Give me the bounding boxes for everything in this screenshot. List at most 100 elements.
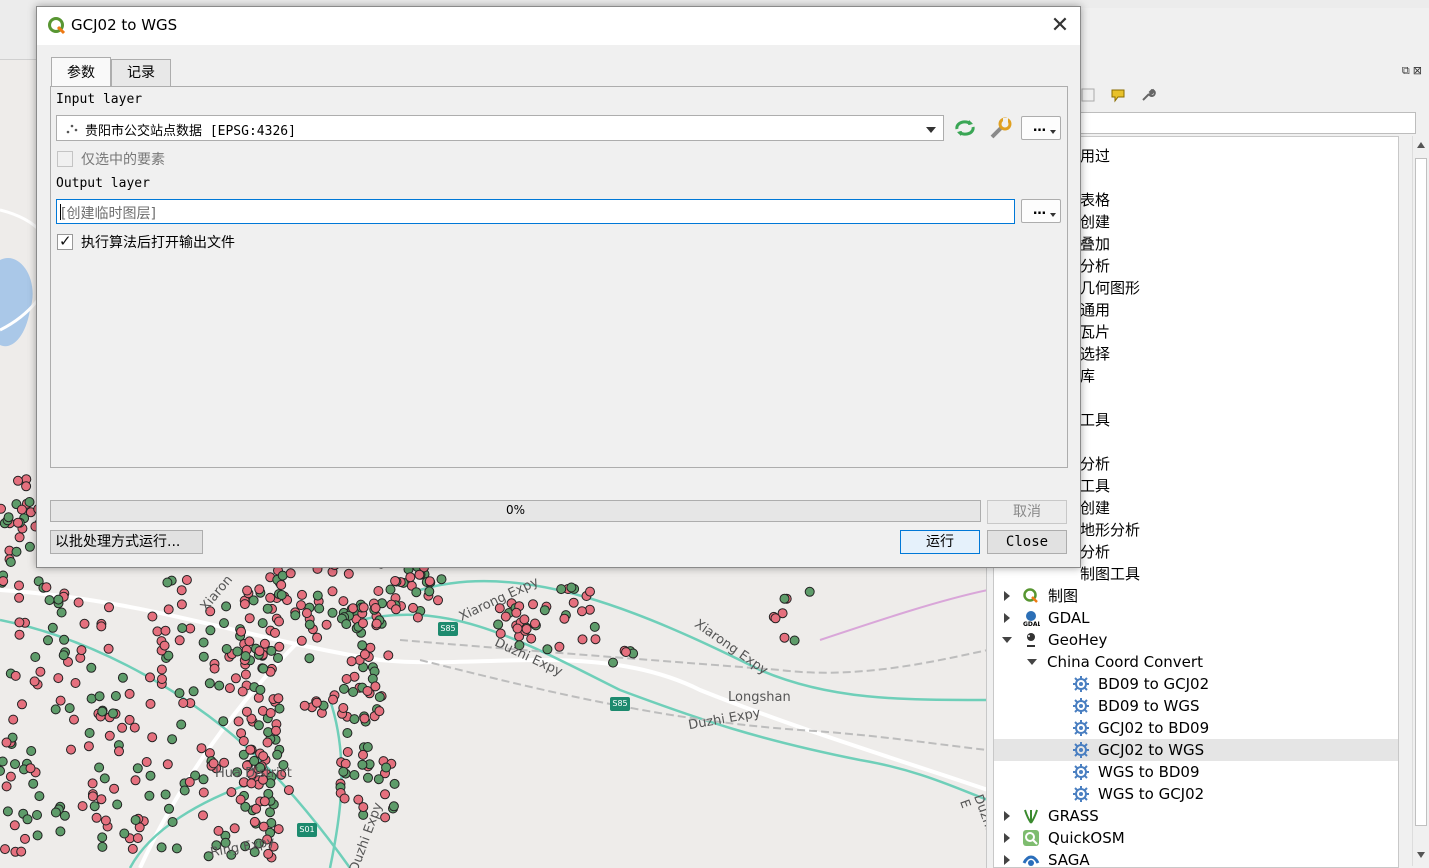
bus-stop-point: [20, 833, 30, 844]
tree-algorithm-item[interactable]: GCJ02 to WGS: [994, 739, 1398, 761]
advanced-wrench-icon[interactable]: [988, 115, 1014, 141]
algorithm-gear-icon: [1073, 742, 1089, 758]
chevron-right-icon[interactable]: [1004, 613, 1010, 623]
input-layer-combo[interactable]: 贵阳市公交站点数据 [EPSG:4326]: [56, 115, 944, 141]
bus-stop-point: [253, 720, 264, 731]
tree-provider-geohey[interactable]: GeoHey: [994, 629, 1398, 651]
bus-stop-point: [283, 785, 294, 796]
bus-stop-point: [304, 619, 315, 630]
scroll-up-arrow-icon[interactable]: [1417, 142, 1425, 148]
bus-stop-point: [16, 504, 27, 515]
bus-stop-point: [358, 602, 369, 613]
bus-stop-point: [13, 517, 23, 528]
bus-stop-point: [554, 641, 565, 652]
iterate-icon[interactable]: [952, 116, 978, 140]
close-icon[interactable]: ✕: [1047, 13, 1073, 39]
bus-stop-point: [130, 775, 141, 786]
tree-algorithm-item[interactable]: WGS to GCJ02: [994, 783, 1398, 805]
run-button[interactable]: 运行: [900, 530, 980, 554]
selected-features-only-checkbox[interactable]: [57, 151, 73, 167]
bus-stop-point: [233, 716, 244, 727]
bus-stop-point: [29, 676, 40, 687]
bus-stop-point: [14, 532, 25, 543]
history-icon[interactable]: [1079, 86, 1097, 104]
progress-bar: 0%: [50, 500, 981, 522]
open-output-checkbox[interactable]: ✓: [57, 232, 73, 250]
tree-provider-制图[interactable]: 制图: [994, 585, 1398, 607]
bus-stop-point: [259, 796, 270, 807]
bus-stop-point: [53, 673, 64, 684]
bus-stop-point: [14, 592, 25, 603]
tree-provider-gdal[interactable]: GDAL GDAL: [994, 607, 1398, 629]
tab-log[interactable]: 记录: [111, 59, 171, 87]
tab-parameters[interactable]: 参数: [51, 57, 111, 87]
bus-stop-point: [436, 574, 447, 585]
output-layer-browse-button[interactable]: …: [1021, 199, 1061, 223]
bus-stop-point: [55, 826, 66, 837]
tree-algorithm-label: WGS to BD09: [1098, 763, 1200, 781]
bus-stop-point: [221, 644, 232, 654]
bus-stop-point: [528, 599, 538, 610]
bus-stop-point: [566, 582, 577, 593]
bus-stop-point: [84, 728, 95, 738]
bus-stop-point: [205, 625, 216, 636]
toolbox-search-input[interactable]: [1079, 112, 1416, 134]
tree-algorithm-item[interactable]: BD09 to GCJ02: [994, 673, 1398, 695]
bus-stop-point: [130, 815, 141, 825]
tree-scrollbar[interactable]: [1412, 136, 1429, 866]
railway: [399, 639, 988, 674]
bus-stop-point: [174, 635, 185, 646]
wrench-icon[interactable]: [1139, 86, 1157, 104]
bus-stop-point: [273, 824, 284, 835]
bus-stop-point: [405, 572, 416, 583]
tree-provider-label: GDAL: [1048, 609, 1090, 627]
scroll-thumb[interactable]: [1415, 158, 1427, 826]
chevron-down-icon[interactable]: [1027, 659, 1037, 665]
bus-stop-point: [362, 742, 373, 752]
bus-stop-point: [176, 599, 187, 610]
bus-stop-point: [359, 713, 370, 724]
bus-stop-point: [374, 706, 385, 717]
bus-stop-point: [357, 759, 368, 770]
dialog-titlebar[interactable]: GCJ02 to WGS ✕: [37, 7, 1080, 45]
bus-stop-point: [59, 634, 70, 645]
chevron-right-icon[interactable]: [1004, 591, 1010, 601]
tree-provider-quickosm[interactable]: QuickOSM: [994, 827, 1398, 849]
bus-stop-point: [34, 791, 45, 802]
batch-process-button[interactable]: 以批处理方式运行...: [50, 530, 203, 554]
tree-provider-grass[interactable]: GRASS: [994, 805, 1398, 827]
bus-stop-point: [274, 703, 285, 714]
results-icon[interactable]: [1109, 86, 1127, 104]
bus-stop-point: [770, 613, 781, 624]
bus-stop-point: [297, 589, 307, 600]
bus-stop-point: [380, 789, 390, 800]
cancel-button[interactable]: 取消: [987, 500, 1067, 524]
bus-stop-point: [358, 618, 368, 629]
bus-stop-point: [171, 843, 182, 854]
chevron-right-icon[interactable]: [1004, 855, 1010, 865]
geohey-icon: [1027, 633, 1035, 647]
close-button[interactable]: Close: [987, 530, 1067, 554]
bus-stop-point: [16, 846, 27, 857]
scroll-down-arrow-icon[interactable]: [1417, 852, 1425, 858]
bus-stop-point: [346, 656, 357, 667]
bus-stop-point: [3, 512, 14, 523]
tree-algorithm-item[interactable]: BD09 to WGS: [994, 695, 1398, 717]
chevron-right-icon[interactable]: [1004, 833, 1010, 843]
tree-algorithm-item[interactable]: GCJ02 to BD09: [994, 717, 1398, 739]
bus-stop-point: [314, 603, 325, 614]
tree-item-label: 工具: [1080, 477, 1111, 495]
tree-provider-saga[interactable]: SAGA: [994, 849, 1398, 867]
panel-float-close-buttons[interactable]: ⧉⊠: [1402, 64, 1425, 78]
bus-stop-point: [198, 787, 209, 798]
chevron-down-icon[interactable]: [1002, 637, 1012, 643]
output-layer-field[interactable]: [创建临时图层]: [56, 199, 1015, 224]
tree-algorithm-item[interactable]: WGS to BD09: [994, 761, 1398, 783]
bus-stop-point: [500, 611, 511, 622]
chevron-right-icon[interactable]: [1004, 811, 1010, 821]
input-layer-browse-button[interactable]: …: [1021, 116, 1061, 140]
tree-group-china-coord-convert[interactable]: China Coord Convert: [994, 651, 1398, 673]
bus-stop-point: [89, 801, 100, 812]
highway: [359, 613, 988, 802]
bus-stop-point: [296, 635, 307, 646]
